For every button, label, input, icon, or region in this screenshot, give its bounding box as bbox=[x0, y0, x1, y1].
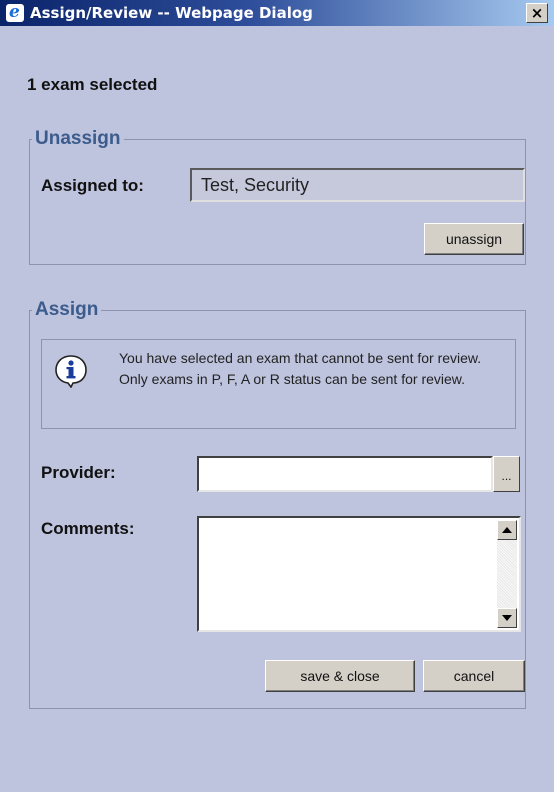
unassign-legend: Unassign bbox=[35, 128, 121, 149]
provider-browse-button[interactable]: ... bbox=[493, 456, 520, 492]
selection-count: 1 exam selected bbox=[27, 75, 158, 94]
title-bar: e Assign/Review -- Webpage Dialog × bbox=[0, 0, 554, 26]
info-message-box: You have selected an exam that cannot be… bbox=[41, 339, 516, 429]
close-button[interactable]: × bbox=[526, 3, 548, 23]
comments-textarea[interactable] bbox=[197, 516, 521, 632]
window-title: Assign/Review -- Webpage Dialog bbox=[30, 4, 313, 22]
cancel-button[interactable]: cancel bbox=[423, 660, 525, 692]
save-close-button[interactable]: save & close bbox=[265, 660, 415, 692]
info-message-text: You have selected an exam that cannot be… bbox=[119, 350, 482, 387]
provider-label: Provider: bbox=[41, 463, 116, 482]
comments-scrollbar[interactable] bbox=[497, 520, 517, 628]
assigned-to-label: Assigned to: bbox=[41, 176, 144, 195]
provider-input[interactable] bbox=[197, 456, 493, 492]
assign-legend: Assign bbox=[35, 299, 99, 320]
comments-label: Comments: bbox=[41, 519, 135, 538]
unassign-button[interactable]: unassign bbox=[424, 223, 524, 255]
assigned-to-field: Test, Security bbox=[190, 168, 525, 202]
scroll-up-icon[interactable] bbox=[497, 520, 517, 540]
scroll-down-icon[interactable] bbox=[497, 608, 517, 628]
ie-icon: e bbox=[6, 2, 24, 22]
info-icon bbox=[54, 354, 88, 389]
